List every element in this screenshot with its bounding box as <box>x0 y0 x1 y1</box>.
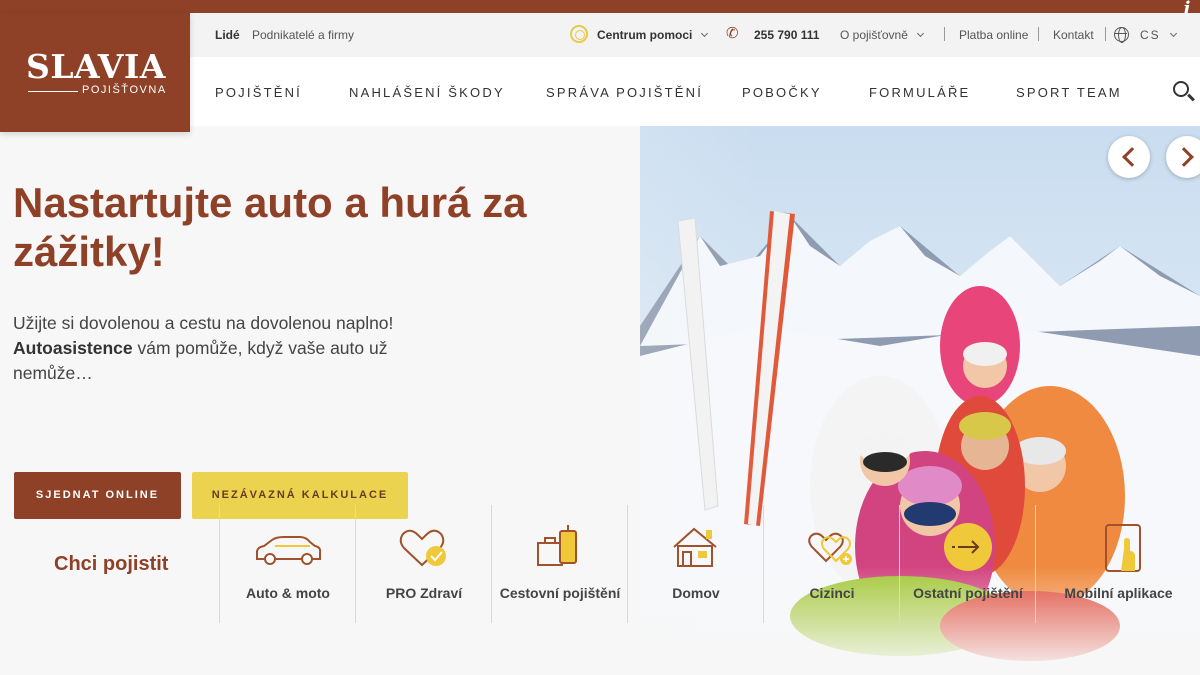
category-label: Cestovní pojištění <box>499 585 621 601</box>
nav-nahlaseni-skody[interactable]: NAHLÁŠENÍ ŠKODY <box>349 85 505 100</box>
car-icon <box>256 536 322 565</box>
nav-sport-team[interactable]: SPORT TEAM <box>1016 85 1122 100</box>
suitcase-icon <box>537 525 577 566</box>
language-label: CS <box>1140 28 1161 42</box>
globe-icon <box>1114 27 1129 43</box>
slider-next-button[interactable] <box>1166 136 1200 178</box>
category-label: Domov <box>672 585 720 601</box>
divider <box>1038 27 1039 41</box>
contact-link[interactable]: Kontakt <box>1053 28 1094 42</box>
top-brand-bar <box>0 0 1200 13</box>
category-domov[interactable]: Domov <box>627 505 763 623</box>
utility-bar: Lidé Podnikatelé a firmy Centrum pomoci … <box>190 13 1200 57</box>
category-label: PRO Zdraví <box>385 585 463 601</box>
category-ostatni[interactable]: Ostatní pojištění <box>899 505 1035 623</box>
category-cizinci[interactable]: Cizinci <box>763 505 899 623</box>
segment-lide[interactable]: Lidé <box>215 28 240 42</box>
insurance-picker-title: Chci pojistit <box>54 553 169 575</box>
hero-title: Nastartujte auto a hurá za zážitky! <box>13 179 527 275</box>
category-label: Auto & moto <box>246 585 330 601</box>
category-cestovni[interactable]: Cestovní pojištění <box>491 505 627 623</box>
hero-lead: Užijte si dovolenou a cestu na dovolenou… <box>13 311 413 386</box>
nav-pojisteni[interactable]: POJIŠTĚNÍ <box>215 85 302 100</box>
hero-lead-line1: Užijte si dovolenou a cestu na dovolenou… <box>13 313 394 333</box>
arrow-right-icon <box>944 523 992 571</box>
category-label: Cizinci <box>809 585 855 601</box>
buy-online-button[interactable]: SJEDNAT ONLINE <box>14 472 181 519</box>
logo[interactable]: SLAVIA POJIŠŤOVNA <box>0 13 190 132</box>
logo-name: SLAVIA <box>26 47 166 86</box>
category-label: Ostatní pojištění <box>913 585 1023 601</box>
divider <box>944 27 945 41</box>
about-label: O pojišťovně <box>840 28 908 42</box>
phone-icon: ✆ <box>726 25 739 42</box>
segment-firmy[interactable]: Podnikatelé a firmy <box>252 28 354 42</box>
mobile-app-icon <box>1105 524 1141 572</box>
category-auto-moto[interactable]: Auto & moto <box>219 505 355 623</box>
search-icon[interactable] <box>1173 81 1189 97</box>
divider <box>1105 27 1106 41</box>
logo-subtitle: POJIŠŤOVNA <box>82 84 167 96</box>
logo-divider <box>28 91 78 92</box>
chevron-down-icon <box>1169 29 1177 38</box>
nav-formulare[interactable]: FORMULÁŘE <box>869 85 970 100</box>
chevron-down-icon <box>701 29 709 38</box>
category-label: Mobilní aplikace <box>1064 585 1173 601</box>
chevron-down-icon <box>916 29 924 38</box>
nav-pobocky[interactable]: POBOČKY <box>742 85 822 100</box>
insurance-picker: Auto & moto PRO Zdraví Cestovní pojištěn… <box>219 505 1200 623</box>
nav-sprava-pojisteni[interactable]: SPRÁVA POJIŠTĚNÍ <box>546 85 703 100</box>
help-icon <box>570 25 588 43</box>
category-mobilni-aplikace[interactable]: Mobilní aplikace <box>1035 505 1200 623</box>
main-nav: POJIŠTĚNÍ NAHLÁŠENÍ ŠKODY SPRÁVA POJIŠTĚ… <box>190 57 1200 126</box>
hero-lead-bold: Autoasistence <box>13 338 133 358</box>
pay-online-link[interactable]: Platba online <box>959 28 1028 42</box>
heart-check-icon <box>399 529 446 567</box>
help-center-link[interactable]: Centrum pomoci <box>597 28 709 42</box>
hearts-plus-icon <box>808 532 852 565</box>
slider-prev-button[interactable] <box>1108 136 1150 178</box>
site-header: Lidé Podnikatelé a firmy Centrum pomoci … <box>190 13 1200 126</box>
language-select[interactable]: CS <box>1140 28 1177 42</box>
phone-number[interactable]: 255 790 111 <box>754 28 819 42</box>
house-icon <box>673 527 717 567</box>
help-center-label: Centrum pomoci <box>597 28 693 42</box>
category-pro-zdravi[interactable]: PRO Zdraví <box>355 505 491 623</box>
about-link[interactable]: O pojišťovně <box>840 28 924 42</box>
